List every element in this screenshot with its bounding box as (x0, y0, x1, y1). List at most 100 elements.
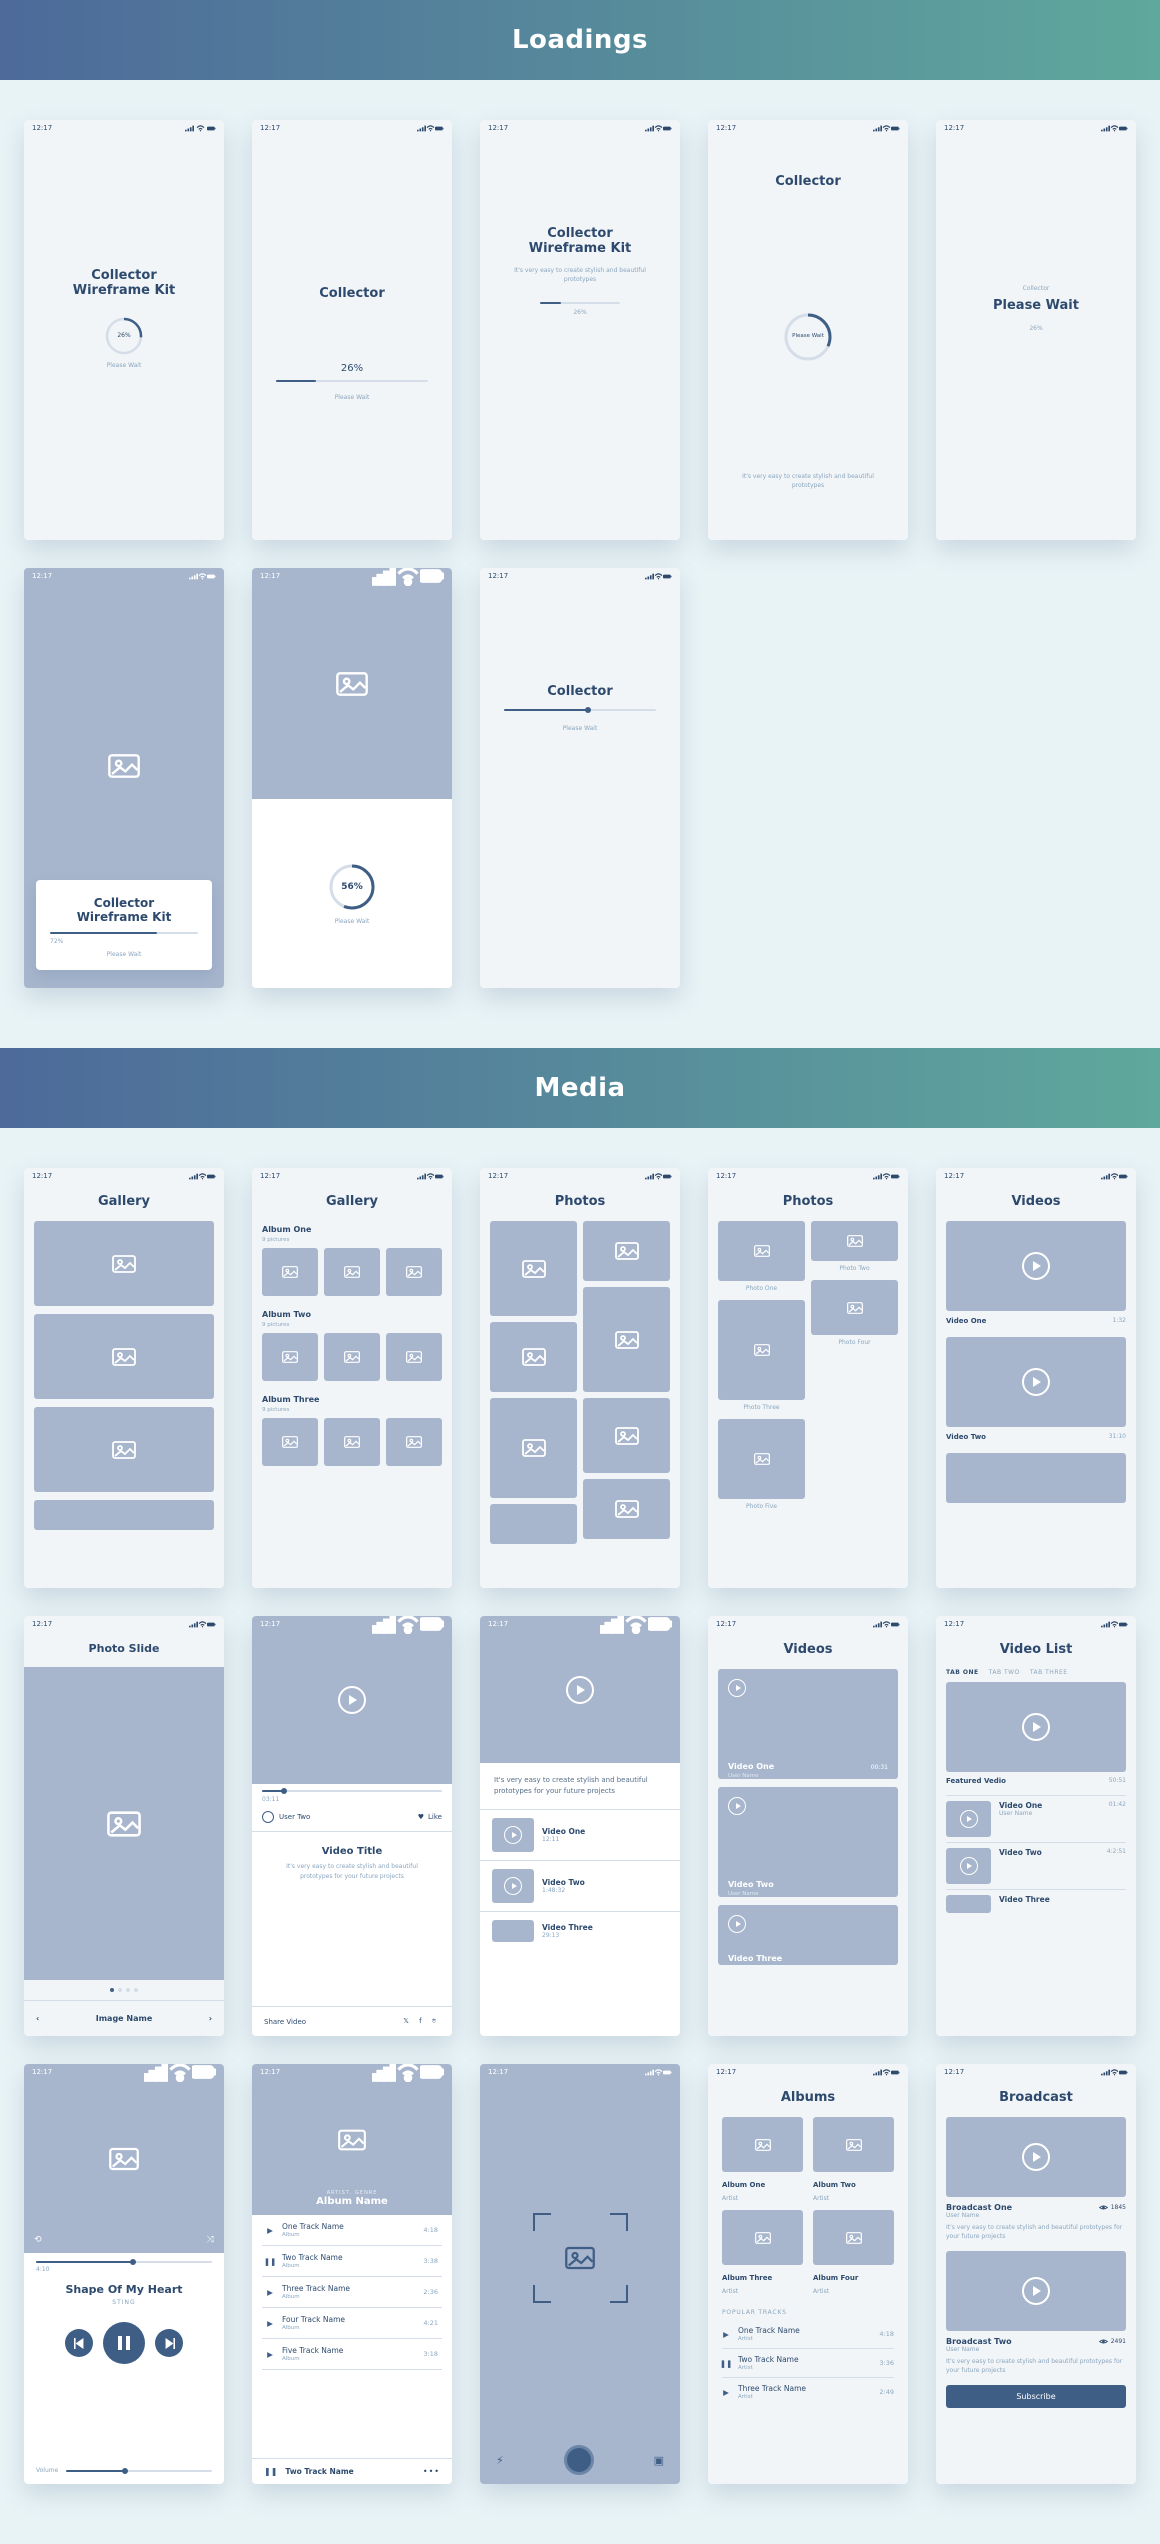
gallery-item[interactable] (34, 1221, 214, 1306)
track-row[interactable]: ❚❚Two Track NameArtist3:36 (722, 2349, 894, 2378)
video-card[interactable]: Video Three (718, 1905, 898, 1965)
gallery-item[interactable] (34, 1407, 214, 1492)
video-area[interactable]: 12:17 (252, 1616, 452, 1784)
album-title[interactable]: Album Three (252, 1391, 452, 1407)
album-title[interactable]: Album One (252, 1221, 452, 1237)
video-duration: 31:10 (1109, 1433, 1126, 1441)
photo[interactable] (490, 1398, 577, 1498)
thumb[interactable] (386, 1248, 442, 1296)
tab-three[interactable]: TAB THREE (1030, 1669, 1068, 1676)
track-row[interactable]: ▶Three Track NameArtist2:49 (722, 2378, 894, 2406)
album[interactable] (722, 2210, 803, 2265)
now-playing: Two Track Name (285, 2467, 414, 2476)
gallery-item[interactable] (34, 1500, 214, 1530)
play-icon: ▶ (266, 2288, 274, 2296)
track-progress[interactable] (36, 2261, 212, 2263)
album[interactable] (722, 2117, 803, 2172)
progress-bar[interactable] (504, 709, 656, 711)
video-progress[interactable] (262, 1790, 442, 1792)
flash-icon[interactable]: ⚡ (496, 2454, 504, 2467)
gallery-icon[interactable]: ▣ (654, 2454, 664, 2467)
play-icon (728, 1797, 746, 1815)
please-wait: Please Wait (50, 951, 198, 958)
video-card[interactable]: Video Two User Name (718, 1787, 898, 1897)
photo[interactable] (811, 1280, 898, 1335)
repeat-icon[interactable]: ⟲ (34, 2235, 42, 2245)
tab-one[interactable]: TAB ONE (946, 1669, 979, 1676)
share-video[interactable]: Share Video (264, 2018, 306, 2026)
like-button[interactable]: ♥Like (418, 1813, 442, 1821)
prev-button[interactable]: ‹ (36, 2014, 39, 2023)
next-button[interactable]: › (209, 2014, 212, 2023)
video-row[interactable]: Video One12:11 (480, 1810, 680, 1861)
shutter-button[interactable] (564, 2445, 594, 2475)
video-row[interactable]: Video Two1:48:32 (480, 1861, 680, 1912)
featured-video[interactable] (946, 1682, 1126, 1772)
subscribe-button[interactable]: Subscribe (946, 2385, 1126, 2408)
slide-image[interactable] (24, 1667, 224, 1980)
thumb[interactable] (386, 1333, 442, 1381)
video-user: User Name (728, 1891, 759, 1897)
album-title[interactable]: Album Two (252, 1306, 452, 1322)
video-row[interactable]: Video Three29:13 (480, 1912, 680, 1950)
track-row[interactable]: ▶Three Track NameAlbum2:36 (262, 2277, 442, 2308)
loading-screen-5: 12:17 Collector Please Wait 26% (936, 120, 1136, 540)
shuffle-icon[interactable]: ⤨ (207, 2235, 214, 2245)
photo[interactable] (583, 1221, 670, 1281)
video-list-compact-screen: 12:17 It's very easy to create stylish a… (480, 1616, 680, 2036)
photo[interactable] (718, 1300, 805, 1400)
video-thumb[interactable] (946, 1337, 1126, 1427)
please-wait: Please Wait (107, 362, 142, 369)
photos-masonry-screen: 12:17 Photos (480, 1168, 680, 1588)
thumb[interactable] (262, 1418, 318, 1466)
loadings-board: 12:17 Collector Wireframe Kit 26% Please… (0, 80, 1160, 1048)
track-row[interactable]: ▶Five Track NameAlbum3:18 (262, 2339, 442, 2370)
albums-screen: 12:17 Albums Album One Artist Album Two … (708, 2064, 908, 2484)
thumb[interactable] (324, 1248, 380, 1296)
track-row[interactable]: ▶One Track NameArtist4:18 (722, 2320, 894, 2349)
volume-slider[interactable] (66, 2470, 212, 2472)
thumb[interactable] (262, 1248, 318, 1296)
gallery-item[interactable] (34, 1314, 214, 1399)
thumb[interactable] (262, 1333, 318, 1381)
track-row[interactable]: ▶One Track NameAlbum4:18 (262, 2215, 442, 2246)
prev-button[interactable] (65, 2329, 93, 2357)
video-row[interactable]: Video Two 4:2:51 (946, 1842, 1126, 1889)
social-icons[interactable]: 𝕏 f ⌾ (403, 2017, 440, 2026)
pause-button[interactable] (103, 2322, 145, 2364)
video-thumb[interactable] (946, 1453, 1126, 1503)
thumb[interactable] (324, 1333, 380, 1381)
photo[interactable] (583, 1398, 670, 1473)
video-card[interactable]: Video One User Name 00:31 (718, 1669, 898, 1779)
loading-screen-6: 12:17 Collector Wireframe Kit 72% Please… (24, 568, 224, 988)
more-icon[interactable]: ••• (423, 2467, 440, 2476)
video-row[interactable]: Video Three (946, 1889, 1126, 1918)
broadcast-video[interactable] (946, 2251, 1126, 2331)
thumb[interactable] (386, 1418, 442, 1466)
photo[interactable] (718, 1221, 805, 1281)
camera-screen: 12:17 ⚡ ▣ (480, 2064, 680, 2484)
album[interactable] (813, 2117, 894, 2172)
tab-two[interactable]: TAB TWO (989, 1669, 1020, 1676)
play-icon[interactable] (338, 1686, 366, 1714)
photo[interactable] (583, 1479, 670, 1539)
volume-label: Volume (36, 2467, 58, 2474)
photo[interactable] (811, 1221, 898, 1261)
photo[interactable] (490, 1322, 577, 1392)
photo[interactable] (718, 1419, 805, 1499)
video-thumb[interactable] (946, 1221, 1126, 1311)
photo[interactable] (490, 1221, 577, 1316)
next-button[interactable] (155, 2329, 183, 2357)
album[interactable] (813, 2210, 894, 2265)
progress-pct: 26% (276, 363, 428, 374)
photo[interactable] (583, 1287, 670, 1392)
video-hero[interactable]: 12:17 (480, 1616, 680, 1763)
video-row[interactable]: Video OneUser Name 01:42 (946, 1795, 1126, 1842)
thumb[interactable] (324, 1418, 380, 1466)
mini-pause-icon[interactable]: ❚❚ (264, 2467, 277, 2476)
video-title: Video Three (728, 1954, 782, 1963)
track-row[interactable]: ❚❚Two Track NameAlbum3:38 (262, 2246, 442, 2277)
photo[interactable] (490, 1504, 577, 1544)
broadcast-video[interactable] (946, 2117, 1126, 2197)
track-row[interactable]: ▶Four Track NameAlbum4:21 (262, 2308, 442, 2339)
